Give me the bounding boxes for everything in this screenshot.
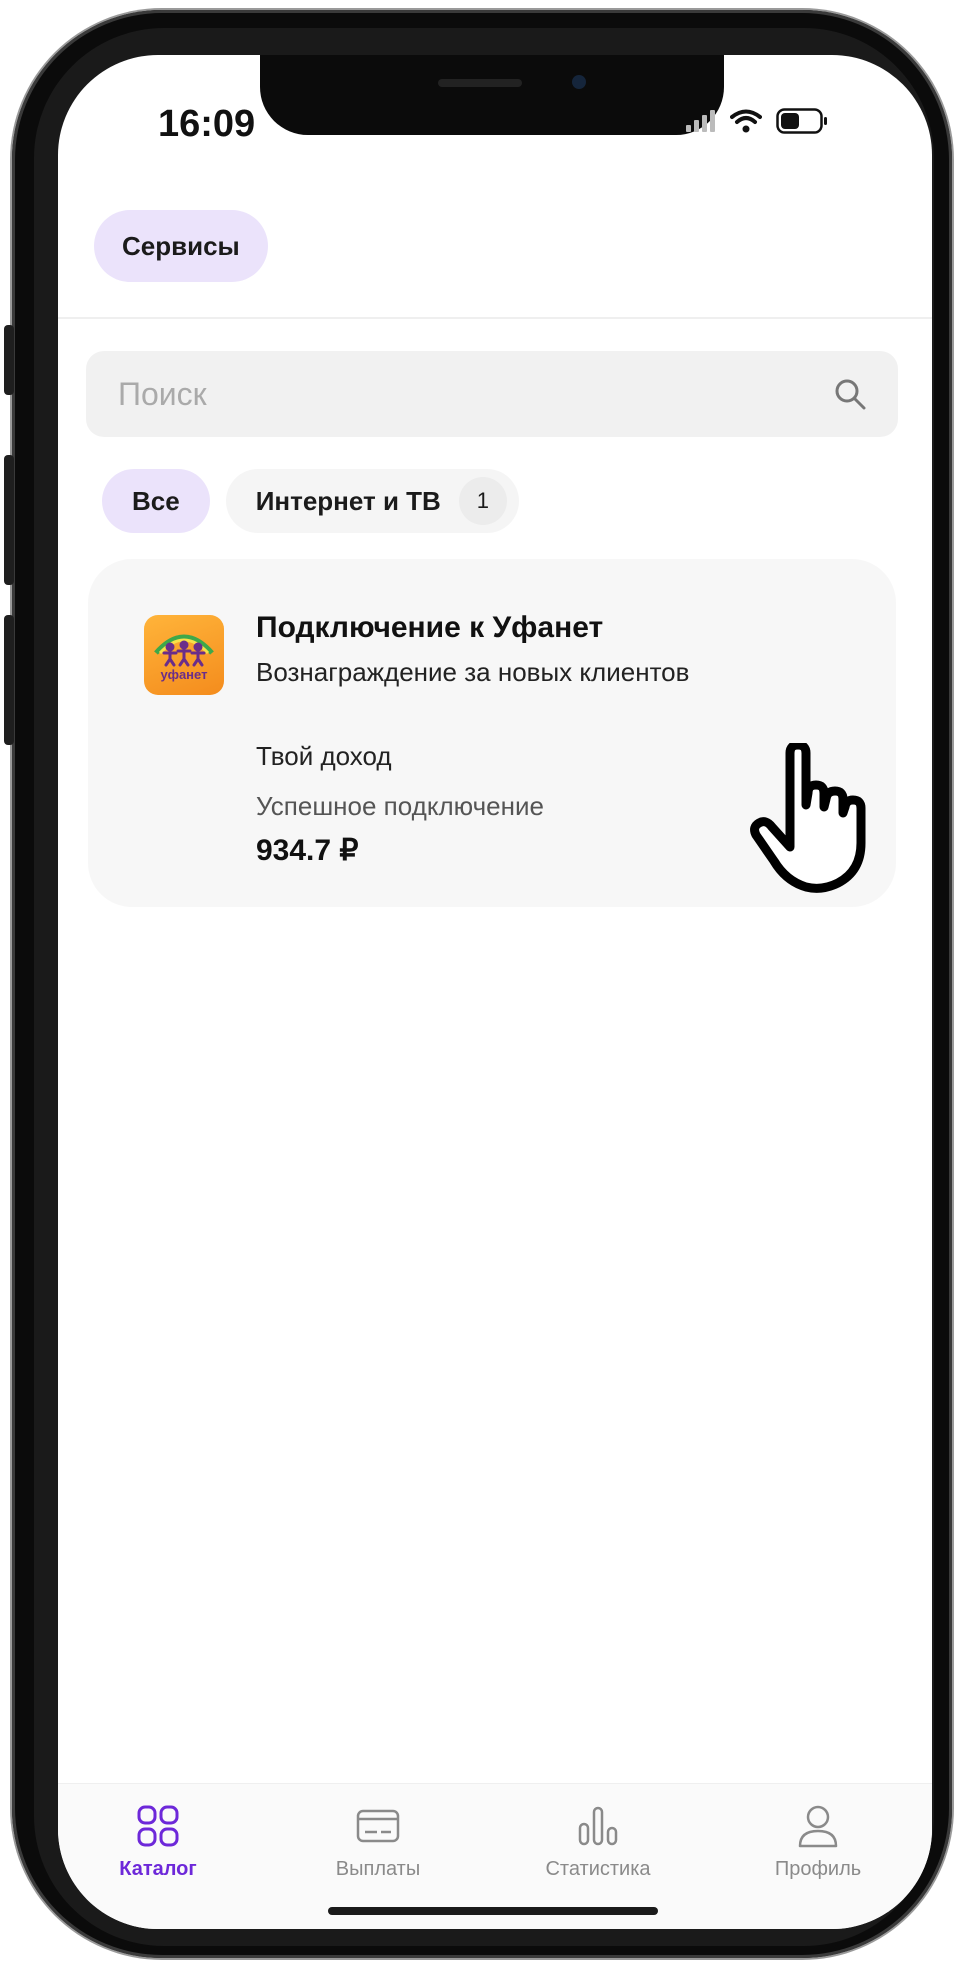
side-button-volume-up <box>4 455 14 585</box>
card-amount: 934.7 ₽ <box>256 834 359 867</box>
card-subtitle: Вознаграждение за новых клиентов <box>256 657 690 687</box>
header-divider <box>58 317 932 319</box>
tab-catalog[interactable]: Каталог <box>78 1804 238 1881</box>
card-event-label: Успешное подключение <box>256 791 544 821</box>
filter-chip-internet-tv-label: Интернет и ТВ <box>255 485 441 516</box>
pointer-hand-icon <box>750 743 866 893</box>
side-button-mute <box>4 325 14 395</box>
card-icon <box>356 1809 400 1843</box>
tab-profile[interactable]: Профиль <box>738 1804 898 1881</box>
home-indicator <box>328 1907 658 1915</box>
filter-chip-internet-tv[interactable]: Интернет и ТВ 1 <box>225 469 519 533</box>
phone-screen: 16:09 Сервисы Все Инт <box>58 55 932 1929</box>
user-icon <box>798 1805 838 1848</box>
filter-chips: Все Интернет и ТВ 1 <box>102 469 519 533</box>
speaker <box>438 79 522 87</box>
card-title: Подключение к Уфанет <box>256 611 604 644</box>
filter-chip-all-label: Все <box>132 485 180 516</box>
tab-payouts-label: Выплаты <box>335 1858 421 1880</box>
bar-chart-icon <box>578 1806 618 1846</box>
side-button-volume-down <box>4 615 14 745</box>
tab-statistics-label: Статистика <box>545 1858 651 1880</box>
grid-icon <box>137 1805 179 1847</box>
tab-payouts[interactable]: Выплаты <box>298 1804 458 1881</box>
status-icons <box>686 108 828 134</box>
search-input[interactable] <box>116 374 716 414</box>
search-bar[interactable] <box>86 351 898 437</box>
notch <box>260 55 724 135</box>
battery-icon <box>776 108 827 134</box>
front-camera <box>572 75 586 89</box>
ufanet-logo: уфанет <box>144 615 224 695</box>
status-time: 16:09 <box>158 103 256 145</box>
card-income-label: Твой доход <box>256 741 392 771</box>
search-icon[interactable] <box>832 376 868 412</box>
signal-icon <box>686 110 715 132</box>
tab-statistics[interactable]: Статистика <box>518 1804 678 1881</box>
filter-chip-all[interactable]: Все <box>102 469 210 533</box>
services-tab[interactable]: Сервисы <box>94 210 268 282</box>
tab-profile-label: Профиль <box>774 1858 862 1880</box>
wifi-icon <box>730 109 762 133</box>
filter-chip-count: 1 <box>458 477 507 525</box>
tab-catalog-label: Каталог <box>119 1858 197 1880</box>
ufanet-logo-text: уфанет <box>161 667 208 682</box>
